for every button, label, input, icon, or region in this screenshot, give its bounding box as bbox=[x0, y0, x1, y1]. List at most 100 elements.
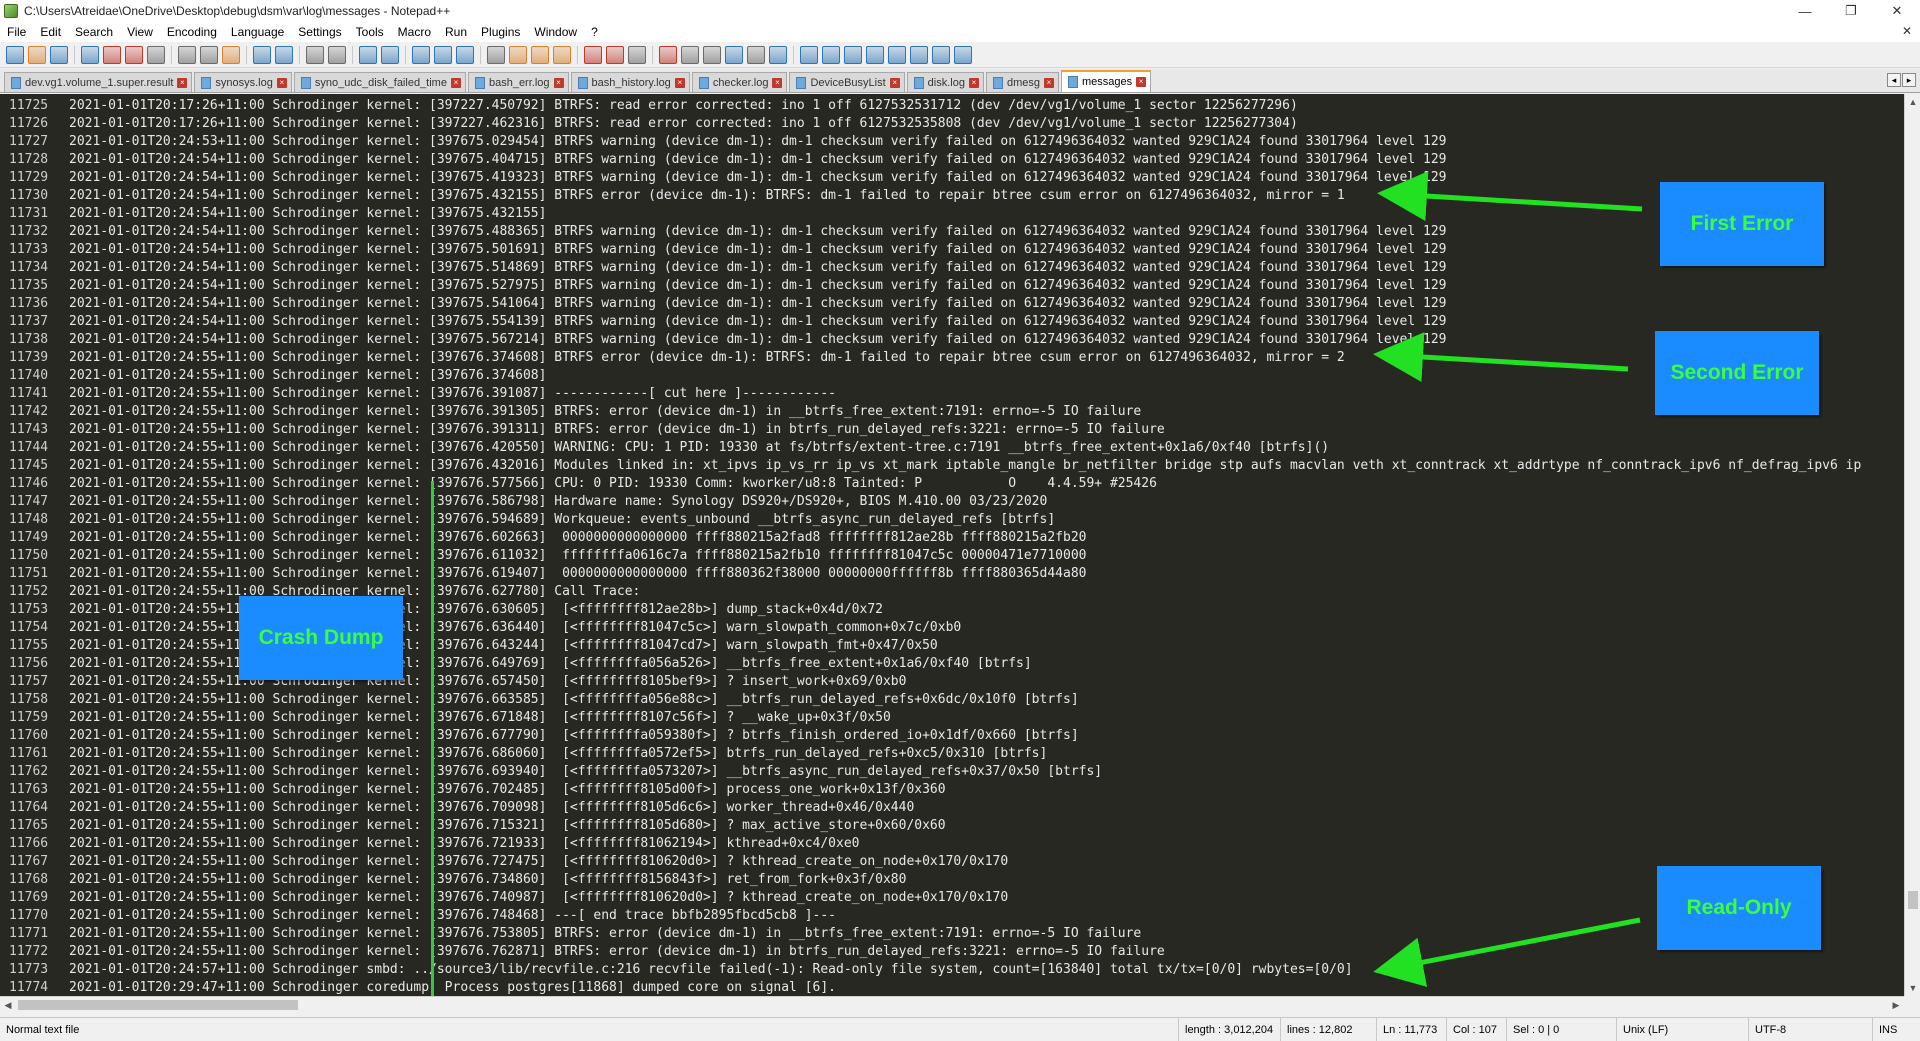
tab-close-icon[interactable]: × bbox=[889, 77, 900, 88]
print-icon[interactable] bbox=[147, 45, 165, 64]
editor-line[interactable]: 11734 2021-01-01T20:24:54+11:00 Schroding… bbox=[0, 259, 1904, 277]
editor-line[interactable]: 11730 2021-01-01T20:24:54+11:00 Schroding… bbox=[0, 187, 1904, 205]
scroll-down-icon[interactable]: ▼ bbox=[1905, 980, 1920, 996]
tab-checker-log[interactable]: checker.log × bbox=[691, 72, 788, 92]
editor-line[interactable]: 11767 2021-01-01T20:24:55+11:00 Schroding… bbox=[0, 853, 1904, 871]
record-macro-icon[interactable] bbox=[659, 45, 677, 64]
tab-dmesg[interactable]: dmesg × bbox=[985, 72, 1059, 92]
tab-close-icon[interactable]: × bbox=[553, 77, 564, 88]
editor-line[interactable]: 11744 2021-01-01T20:24:55+11:00 Schroding… bbox=[0, 439, 1904, 457]
sync-vertical-icon[interactable] bbox=[412, 45, 430, 64]
editor-line[interactable]: 11765 2021-01-01T20:24:55+11:00 Schroding… bbox=[0, 817, 1904, 835]
editor-line[interactable]: 11750 2021-01-01T20:24:55+11:00 Schroding… bbox=[0, 547, 1904, 565]
editor-line[interactable]: 11749 2021-01-01T20:24:55+11:00 Schroding… bbox=[0, 529, 1904, 547]
menu-window[interactable]: Window bbox=[527, 22, 584, 42]
editor-line[interactable]: 11773 2021-01-01T20:24:57+11:00 Schroding… bbox=[0, 961, 1904, 979]
replace-icon[interactable] bbox=[328, 45, 346, 64]
editor-line[interactable]: 11735 2021-01-01T20:24:54+11:00 Schroding… bbox=[0, 277, 1904, 295]
paste-icon[interactable] bbox=[222, 45, 240, 64]
editor-line[interactable]: 11725 2021-01-01T20:17:26+11:00 Schroding… bbox=[0, 97, 1904, 115]
tab-disk-log[interactable]: disk.log × bbox=[906, 72, 984, 92]
editor-line[interactable]: 11751 2021-01-01T20:24:55+11:00 Schroding… bbox=[0, 565, 1904, 583]
play-macro-icon[interactable] bbox=[703, 45, 721, 64]
editor-line[interactable]: 11761 2021-01-01T20:24:55+11:00 Schroding… bbox=[0, 745, 1904, 763]
status-encoding[interactable]: UTF-8 bbox=[1748, 1018, 1786, 1041]
menu-search[interactable]: Search bbox=[68, 22, 120, 42]
editor-line[interactable]: 11774 2021-01-01T20:29:47+11:00 Schroding… bbox=[0, 979, 1904, 996]
editor-line[interactable]: 11768 2021-01-01T20:24:55+11:00 Schroding… bbox=[0, 871, 1904, 889]
editor-line[interactable]: 11763 2021-01-01T20:24:55+11:00 Schroding… bbox=[0, 781, 1904, 799]
new-file-icon[interactable] bbox=[6, 45, 24, 64]
function-list-icon[interactable] bbox=[584, 45, 602, 64]
tab-close-icon[interactable]: × bbox=[968, 77, 979, 88]
text-editor[interactable]: 11725 2021-01-01T20:17:26+11:00 Schroding… bbox=[0, 94, 1904, 996]
b8-icon[interactable] bbox=[954, 45, 972, 64]
editor-line[interactable]: 11764 2021-01-01T20:24:55+11:00 Schroding… bbox=[0, 799, 1904, 817]
editor-line[interactable]: 11733 2021-01-01T20:24:54+11:00 Schroding… bbox=[0, 241, 1904, 259]
zoom-in-icon[interactable] bbox=[359, 45, 377, 64]
close-all-icon[interactable] bbox=[125, 45, 143, 64]
tab-bash-history-log[interactable]: bash_history.log × bbox=[570, 72, 690, 92]
editor-line[interactable]: 11740 2021-01-01T20:24:55+11:00 Schroding… bbox=[0, 367, 1904, 385]
editor-line[interactable]: 11726 2021-01-01T20:17:26+11:00 Schroding… bbox=[0, 115, 1904, 133]
udl-icon[interactable] bbox=[531, 45, 549, 64]
menu-view[interactable]: View bbox=[120, 22, 160, 42]
tab-close-icon[interactable]: × bbox=[177, 77, 188, 88]
folder-as-workspace-icon[interactable] bbox=[606, 45, 624, 64]
show-all-chars-icon[interactable] bbox=[487, 45, 505, 64]
doc-map-icon[interactable] bbox=[553, 45, 571, 64]
menu-settings[interactable]: Settings bbox=[291, 22, 348, 42]
editor-line[interactable]: 11746 2021-01-01T20:24:55+11:00 Schroding… bbox=[0, 475, 1904, 493]
find-icon[interactable] bbox=[306, 45, 324, 64]
editor-line[interactable]: 11759 2021-01-01T20:24:55+11:00 Schroding… bbox=[0, 709, 1904, 727]
run-macro-multiple-icon[interactable] bbox=[725, 45, 743, 64]
vertical-scrollbar[interactable]: ▲ ▼ bbox=[1904, 94, 1920, 996]
open-file-icon[interactable] bbox=[28, 45, 46, 64]
menu-macro[interactable]: Macro bbox=[391, 22, 438, 42]
status-eol[interactable]: Unix (LF) bbox=[1616, 1018, 1668, 1041]
tab-scroll-left-icon[interactable]: ◂ bbox=[1887, 73, 1901, 87]
tab-close-icon[interactable]: × bbox=[772, 77, 783, 88]
word-wrap-icon[interactable] bbox=[456, 45, 474, 64]
editor-line[interactable]: 11747 2021-01-01T20:24:55+11:00 Schroding… bbox=[0, 493, 1904, 511]
redo-icon[interactable] bbox=[275, 45, 293, 64]
launch-browser-icon[interactable] bbox=[769, 45, 787, 64]
tab-close-icon[interactable]: × bbox=[276, 77, 287, 88]
editor-line[interactable]: 11766 2021-01-01T20:24:55+11:00 Schroding… bbox=[0, 835, 1904, 853]
monitor-icon[interactable] bbox=[628, 45, 646, 64]
editor-line[interactable]: 11737 2021-01-01T20:24:54+11:00 Schroding… bbox=[0, 313, 1904, 331]
editor-line[interactable]: 11748 2021-01-01T20:24:55+11:00 Schroding… bbox=[0, 511, 1904, 529]
editor-line[interactable]: 11738 2021-01-01T20:24:54+11:00 Schroding… bbox=[0, 331, 1904, 349]
close-button[interactable]: ✕ bbox=[1874, 0, 1920, 22]
editor-line[interactable]: 11743 2021-01-01T20:24:55+11:00 Schroding… bbox=[0, 421, 1904, 439]
scroll-right-icon[interactable]: ▶ bbox=[1888, 997, 1904, 1013]
b3-icon[interactable] bbox=[844, 45, 862, 64]
editor-line[interactable]: 11741 2021-01-01T20:24:55+11:00 Schroding… bbox=[0, 385, 1904, 403]
sync-horizontal-icon[interactable] bbox=[434, 45, 452, 64]
horizontal-scroll-thumb[interactable] bbox=[18, 1000, 298, 1010]
editor-line[interactable]: 11769 2021-01-01T20:24:55+11:00 Schroding… bbox=[0, 889, 1904, 907]
tab-close-icon[interactable]: × bbox=[1044, 77, 1054, 88]
close-document-icon[interactable]: ✕ bbox=[1902, 24, 1912, 38]
tab-scroll-right-icon[interactable]: ▸ bbox=[1902, 73, 1916, 87]
menu-plugins[interactable]: Plugins bbox=[474, 22, 527, 42]
menu-run[interactable]: Run bbox=[438, 22, 474, 42]
b5-icon[interactable] bbox=[888, 45, 906, 64]
scroll-left-icon[interactable]: ◀ bbox=[0, 997, 16, 1013]
b7-icon[interactable] bbox=[932, 45, 950, 64]
menu-encoding[interactable]: Encoding bbox=[160, 22, 224, 42]
menu-language[interactable]: Language bbox=[224, 22, 291, 42]
restore-button[interactable]: ❐ bbox=[1828, 0, 1874, 22]
editor-line[interactable]: 11745 2021-01-01T20:24:55+11:00 Schroding… bbox=[0, 457, 1904, 475]
cut-icon[interactable] bbox=[178, 45, 196, 64]
tab-synosys-log[interactable]: synosys.log × bbox=[194, 72, 292, 92]
undo-icon[interactable] bbox=[253, 45, 271, 64]
editor-line[interactable]: 11732 2021-01-01T20:24:54+11:00 Schroding… bbox=[0, 223, 1904, 241]
b1-icon[interactable] bbox=[800, 45, 818, 64]
horizontal-scrollbar[interactable]: ◀ ▶ bbox=[0, 996, 1904, 1013]
menu-tools[interactable]: Tools bbox=[349, 22, 391, 42]
b4-icon[interactable] bbox=[866, 45, 884, 64]
save-icon[interactable] bbox=[50, 45, 68, 64]
editor-line[interactable]: 11731 2021-01-01T20:24:54+11:00 Schroding… bbox=[0, 205, 1904, 223]
menu-help[interactable]: ? bbox=[584, 22, 605, 42]
